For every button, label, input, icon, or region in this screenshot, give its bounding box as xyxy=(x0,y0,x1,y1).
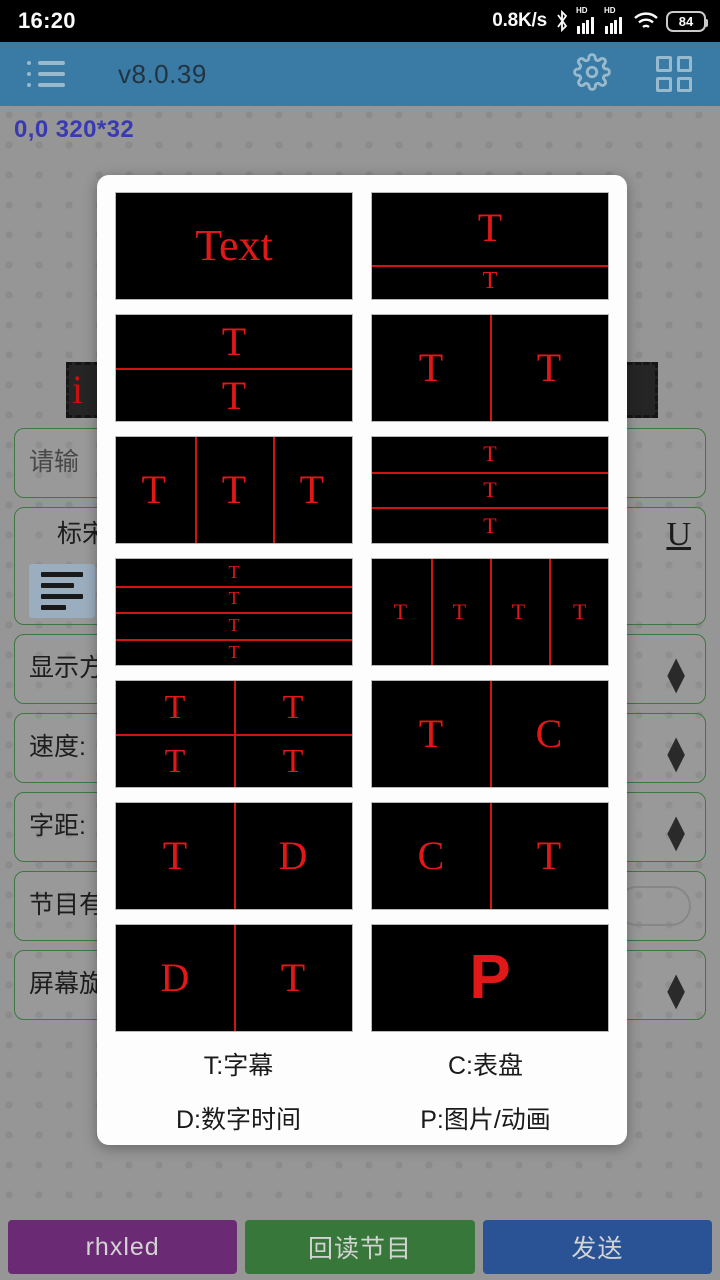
layout-picker-dialog: Text T T T T T T T T T T T T T T T T T T T T T T T T T C T D C T D T P T:… xyxy=(97,175,627,1145)
layout-zone-label: T xyxy=(418,345,444,390)
divider-horizontal xyxy=(116,368,352,370)
layout-option-digital-left-text-right[interactable]: DT xyxy=(115,924,353,1032)
divider-vertical xyxy=(234,681,236,787)
layout-option-three-rows[interactable]: TTT xyxy=(371,436,609,544)
divider-horizontal xyxy=(116,585,352,588)
divider-vertical xyxy=(273,437,276,543)
layout-option-two-rows-equal[interactable]: TT xyxy=(115,314,353,422)
layout-zone-label: T xyxy=(228,588,240,609)
layout-options-grid: Text T T T T T T T T T T T T T T T T T T T T T T T T T C T D C T D T P xyxy=(115,192,609,1032)
legend-item-C: C:表盘 xyxy=(447,1052,523,1080)
layout-zone-label: T xyxy=(282,688,304,726)
layout-zone-label: T xyxy=(393,599,408,624)
layout-zone-label: T xyxy=(141,467,166,512)
layout-zone-label: T xyxy=(477,204,503,250)
layout-option-three-columns[interactable]: TTT xyxy=(115,436,353,544)
divider-vertical xyxy=(490,681,492,787)
layout-zone-label: T xyxy=(536,833,562,878)
layout-option-text-left-clock-right[interactable]: TC xyxy=(371,680,609,788)
layout-option-two-columns[interactable]: TT xyxy=(371,314,609,422)
layout-zone-label: T xyxy=(228,561,240,582)
layout-option-single-text-area[interactable]: Text xyxy=(115,192,353,300)
legend-item-T: T:字幕 xyxy=(203,1052,274,1080)
divider-vertical xyxy=(490,803,492,909)
divider-vertical xyxy=(431,559,433,665)
layout-option-clock-left-text-right[interactable]: CT xyxy=(371,802,609,910)
layout-zone-label: T xyxy=(228,614,240,635)
divider-vertical xyxy=(194,437,197,543)
layout-zone-label: T xyxy=(452,599,467,624)
app-root: 16:20 0.8K/s HD HD 84 v8.0.39 0,0 320*32… xyxy=(0,0,720,1280)
divider-horizontal xyxy=(116,612,352,614)
legend-item-P: P:图片/动画 xyxy=(420,1106,551,1134)
layout-option-four-rows[interactable]: TTTT xyxy=(115,558,353,666)
layout-zone-label: T xyxy=(221,318,247,364)
layout-zone-label: T xyxy=(536,345,562,390)
layout-zone-label: T xyxy=(164,688,186,726)
layout-zone-label: T xyxy=(483,513,497,539)
layout-zone-label: T xyxy=(221,467,247,512)
divider-horizontal xyxy=(116,638,352,641)
layout-zone-label: T xyxy=(164,742,186,780)
layout-zone-label: T xyxy=(162,833,188,878)
divider-horizontal xyxy=(372,506,608,509)
divider-vertical xyxy=(490,559,492,665)
layout-zone-label: Text xyxy=(195,221,273,270)
layout-option-picture-animation-fullscreen[interactable]: P xyxy=(371,924,609,1032)
divider-vertical xyxy=(234,803,236,909)
layout-zone-label: D xyxy=(278,833,308,878)
layout-zone-label: C xyxy=(417,833,445,878)
layout-zone-label: T xyxy=(482,267,498,294)
layout-zone-label: T xyxy=(418,711,444,756)
layout-zone-label: T xyxy=(280,955,306,1000)
layout-zone-label: T xyxy=(221,372,247,418)
legend-item-D: D:数字时间 xyxy=(175,1106,301,1134)
layout-option-text-left-digital-right[interactable]: TD xyxy=(115,802,353,910)
layout-zone-label: T xyxy=(483,477,497,502)
layout-zone-label: T xyxy=(282,742,304,780)
layout-zone-label: T xyxy=(511,599,526,624)
layout-zone-label: C xyxy=(535,711,563,756)
layout-option-two-by-two-grid[interactable]: TTTT xyxy=(115,680,353,788)
layout-zone-label: D xyxy=(160,955,190,1000)
divider-horizontal xyxy=(372,471,608,474)
divider-vertical xyxy=(490,315,492,421)
layout-zone-label: T xyxy=(483,440,497,466)
layout-legend: T:字幕 C:表盘 D:数字时间 P:图片/动画 xyxy=(115,1046,609,1136)
layout-zone-label: T xyxy=(299,467,325,512)
layout-option-two-rows-large-top[interactable]: TT xyxy=(371,192,609,300)
divider-vertical xyxy=(549,559,551,665)
layout-zone-label: T xyxy=(572,599,587,624)
divider-horizontal xyxy=(372,265,608,268)
layout-zone-label: P xyxy=(469,943,511,1012)
layout-zone-label: T xyxy=(228,642,240,663)
divider-vertical xyxy=(234,925,236,1031)
layout-option-four-columns[interactable]: TTTT xyxy=(371,558,609,666)
